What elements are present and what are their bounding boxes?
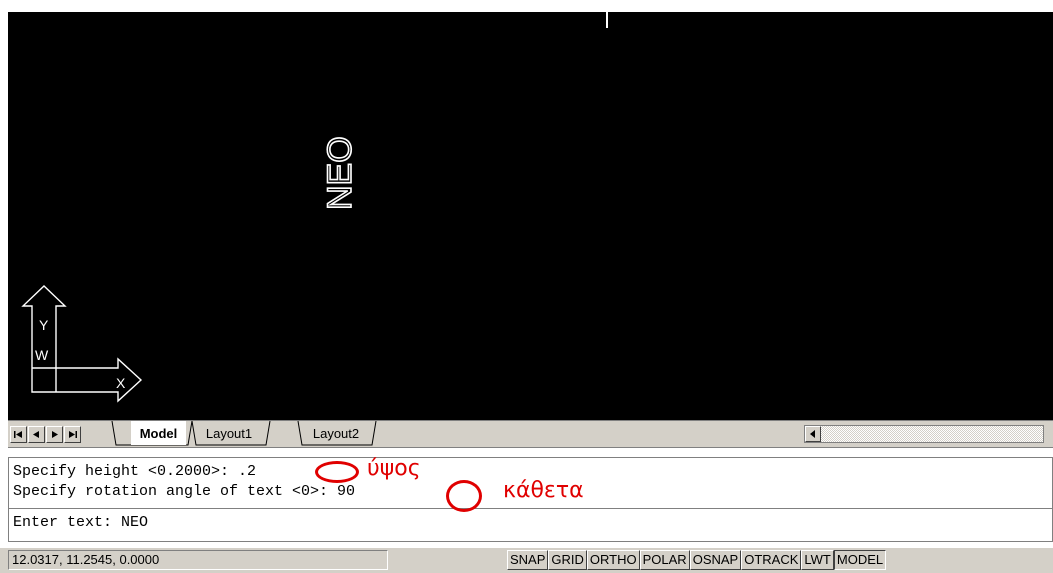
osnap-toggle[interactable]: OSNAP xyxy=(689,550,742,570)
status-bar: 12.0317, 11.2545, 0.0000 SNAP GRID ORTHO… xyxy=(0,548,1053,573)
horizontal-scrollbar[interactable] xyxy=(804,425,1044,443)
previous-tab-button[interactable] xyxy=(28,426,45,443)
last-tab-icon xyxy=(69,431,77,438)
command-input-line[interactable]: Enter text: NEO xyxy=(13,514,148,532)
drawing-canvas[interactable]: NEO Y W X xyxy=(8,12,1053,420)
scroll-left-button[interactable] xyxy=(805,426,821,442)
grid-toggle[interactable]: GRID xyxy=(548,550,587,570)
tab-model[interactable]: Model xyxy=(131,421,186,445)
coordinate-readout[interactable]: 12.0317, 11.2545, 0.0000 xyxy=(8,550,388,570)
lwt-toggle[interactable]: LWT xyxy=(801,550,834,570)
polar-toggle[interactable]: POLAR xyxy=(639,550,690,570)
command-separator xyxy=(9,508,1052,509)
ucs-icon: Y W X xyxy=(21,285,143,403)
ucs-x-label: X xyxy=(116,375,126,391)
next-tab-button[interactable] xyxy=(46,426,63,443)
previous-tab-icon xyxy=(33,431,39,438)
layout-tab-bar: Model Layout1 Layout2 xyxy=(8,420,1053,448)
crosshair-cursor-icon xyxy=(606,12,608,28)
height-annotation: ύψος xyxy=(367,456,421,481)
scroll-left-icon xyxy=(810,430,815,438)
ortho-toggle[interactable]: ORTHO xyxy=(586,550,640,570)
ucs-y-label: Y xyxy=(39,317,49,333)
model-toggle[interactable]: MODEL xyxy=(833,550,887,570)
command-window[interactable]: Specify height <0.2000>: .2 Specify rota… xyxy=(8,457,1053,542)
drawn-text-value: NEO xyxy=(321,136,359,210)
drafting-toggles: SNAP GRID ORTHO POLAR OSNAP OTRACK LWT M… xyxy=(507,550,887,570)
tab-layout1[interactable]: Layout1 xyxy=(193,421,265,445)
tab-layout2[interactable]: Layout2 xyxy=(300,421,372,445)
angle-highlight-circle xyxy=(446,480,482,512)
command-history-line: Specify height <0.2000>: .2 xyxy=(13,463,257,480)
drawn-text-entity[interactable]: NEO xyxy=(320,92,361,222)
snap-toggle[interactable]: SNAP xyxy=(507,550,549,570)
command-history-line: Specify rotation angle of text <0>: 90 xyxy=(13,483,356,500)
first-tab-icon xyxy=(14,431,22,438)
first-tab-button[interactable] xyxy=(10,426,27,443)
next-tab-icon xyxy=(52,431,58,438)
ucs-w-label: W xyxy=(35,347,49,363)
otrack-toggle[interactable]: OTRACK xyxy=(741,550,802,570)
angle-annotation: κάθετα xyxy=(503,478,584,503)
last-tab-button[interactable] xyxy=(64,426,81,443)
height-highlight-circle xyxy=(315,461,359,483)
